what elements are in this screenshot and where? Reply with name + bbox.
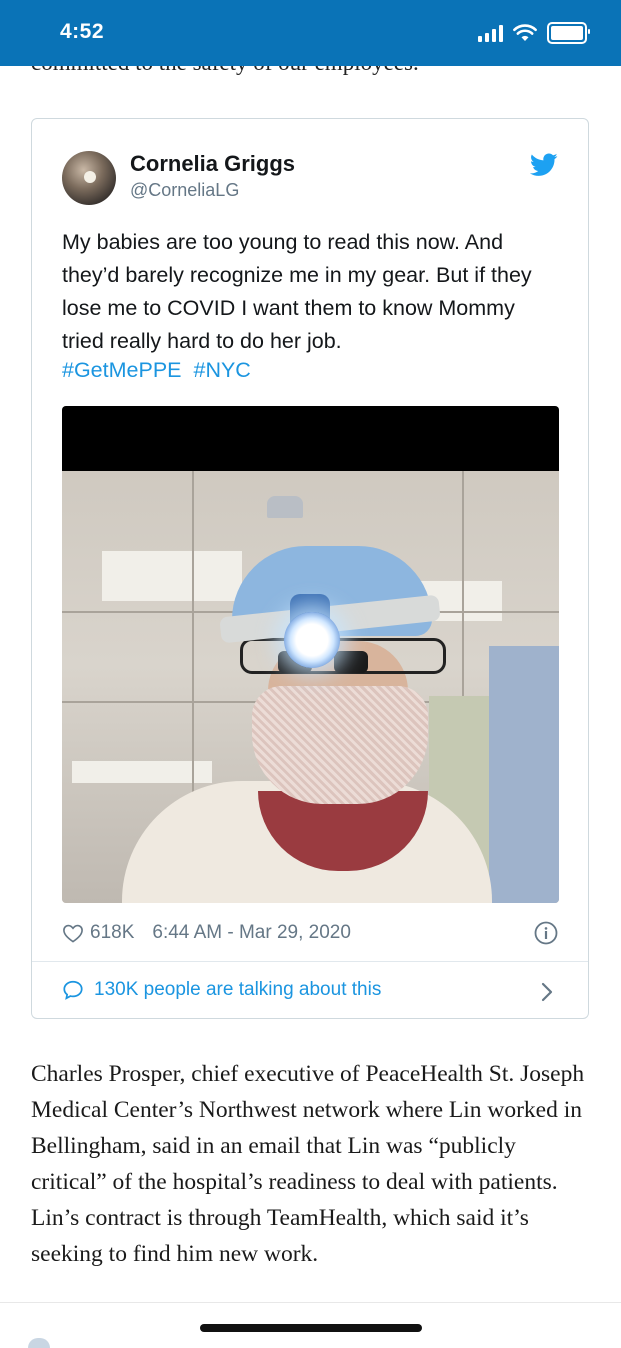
speech-bubble-icon	[63, 980, 83, 1000]
talking-about-label: 130K people are talking about this	[94, 979, 382, 1000]
status-time: 4:52	[60, 20, 105, 43]
talking-about-link[interactable]: 130K people are talking about this	[62, 979, 381, 1001]
tweet-photo[interactable]	[62, 406, 559, 903]
status-bar: 4:52	[0, 0, 621, 66]
wifi-icon	[513, 24, 537, 41]
tweet-text: My babies are too young to read this now…	[62, 230, 532, 353]
hashtag-link[interactable]: #GetMePPE	[62, 358, 182, 382]
like-count[interactable]: 618K	[90, 922, 134, 944]
bottom-toolbar-divider	[0, 1302, 621, 1303]
status-icons	[478, 22, 590, 44]
chevron-right-icon[interactable]	[540, 981, 554, 1003]
tweet-divider	[32, 961, 588, 962]
article-paragraph: Charles Prosper, chief executive of Peac…	[31, 1061, 585, 1267]
tweet-meta: 618K 6:44 AM - Mar 29, 2020	[62, 919, 351, 947]
tweet-hashtags: #GetMePPE #NYC	[62, 358, 257, 383]
embedded-tweet-card[interactable]: Cornelia Griggs @CorneliaLG My babies ar…	[31, 118, 589, 1019]
heart-icon[interactable]	[62, 923, 84, 943]
cellular-signal-icon	[478, 24, 503, 42]
avatar[interactable]	[62, 151, 116, 205]
home-indicator[interactable]	[200, 1324, 422, 1332]
info-icon[interactable]	[534, 921, 558, 945]
bottom-toolbar-icon[interactable]	[28, 1338, 50, 1348]
twitter-bird-icon[interactable]	[530, 153, 558, 177]
battery-icon	[547, 22, 590, 44]
hashtag-link[interactable]: #NYC	[193, 358, 250, 382]
tweet-author-handle[interactable]: @CorneliaLG	[130, 180, 239, 201]
tweet-author-name[interactable]: Cornelia Griggs	[130, 151, 295, 177]
tweet-timestamp[interactable]: 6:44 AM - Mar 29, 2020	[152, 922, 351, 944]
